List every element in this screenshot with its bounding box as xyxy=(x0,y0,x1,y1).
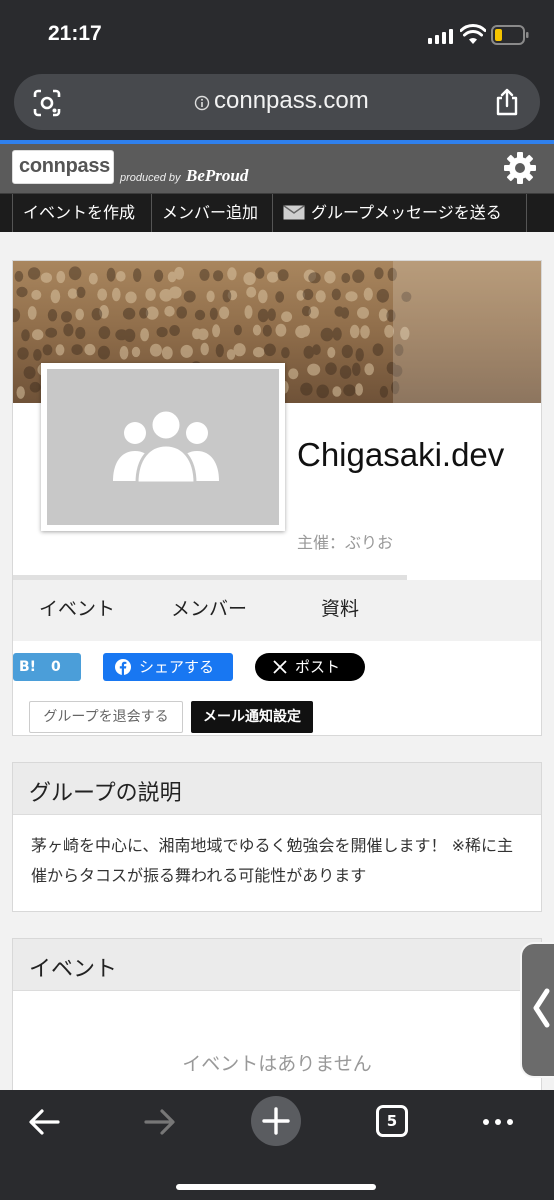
description-heading: グループの説明 xyxy=(13,763,541,815)
connpass-logo[interactable]: connpass xyxy=(12,150,114,184)
produced-by-label: produced by xyxy=(120,172,181,184)
no-events-message: イベントはありません xyxy=(182,1053,372,1075)
menu-overflow[interactable] xyxy=(526,194,547,232)
group-tabs: イベント メンバー 資料 xyxy=(13,575,541,641)
address-bar[interactable]: connpass.com xyxy=(14,74,540,130)
status-time: 21:17 xyxy=(48,22,102,45)
facebook-icon xyxy=(115,659,131,675)
admin-menu: イベントを作成 メンバー追加 グループメッセージを送る xyxy=(0,194,554,232)
side-panel-handle[interactable] xyxy=(520,942,554,1078)
tab-indicator xyxy=(407,575,541,580)
facebook-share-button[interactable]: シェアする xyxy=(103,653,233,681)
wifi-icon xyxy=(460,24,486,44)
mail-icon xyxy=(283,205,305,220)
beproud-logo: BeProud xyxy=(186,166,249,185)
status-bar: 21:17 xyxy=(0,0,554,72)
description-text: 茅ヶ崎を中心に、湘南地域でゆるく勉強会を開催します！ ※稀に主催からタコスが振る… xyxy=(31,836,514,885)
share-icon[interactable] xyxy=(494,87,520,117)
group-message-link[interactable]: グループメッセージを送る xyxy=(272,194,512,232)
tab-members[interactable]: メンバー xyxy=(171,594,247,621)
group-card: Chigasaki.dev 主催：ぶりお イベント メンバー 資料 B! 0 シ… xyxy=(12,260,542,736)
more-menu-icon[interactable] xyxy=(480,1104,516,1140)
add-member-label: メンバー追加 xyxy=(162,203,259,222)
plus-icon xyxy=(262,1107,290,1135)
browser-address-area: connpass.com xyxy=(0,72,554,144)
battery-icon xyxy=(491,25,529,45)
tab-materials[interactable]: 資料 xyxy=(321,594,359,621)
gear-icon[interactable] xyxy=(502,150,538,186)
lens-icon[interactable] xyxy=(32,88,62,118)
email-notification-button[interactable]: メール通知設定 xyxy=(191,701,313,733)
group-message-label: グループメッセージを送る xyxy=(311,203,502,222)
leave-group-button[interactable]: グループを退会する xyxy=(29,701,183,733)
forward-arrow-icon[interactable] xyxy=(142,1104,178,1140)
chevron-left-icon xyxy=(533,988,550,1028)
avatar-placeholder xyxy=(47,369,279,525)
group-avatar xyxy=(41,363,285,531)
add-member-link[interactable]: メンバー追加 xyxy=(151,194,268,232)
x-post-label: ポスト xyxy=(295,658,341,676)
url-text[interactable]: connpass.com xyxy=(214,87,369,115)
site-header: connpass produced by BeProud xyxy=(0,144,554,194)
back-arrow-icon[interactable] xyxy=(26,1104,62,1140)
x-logo-icon xyxy=(273,660,287,674)
hatena-count: 0 xyxy=(50,659,61,675)
home-indicator xyxy=(176,1184,376,1190)
group-name: Chigasaki.dev xyxy=(297,436,505,473)
description-card: グループの説明 茅ヶ崎を中心に、湘南地域でゆるく勉強会を開催します！ ※稀に主催… xyxy=(12,762,542,912)
hatena-label: B! xyxy=(19,659,37,675)
tab-events[interactable]: イベント xyxy=(39,594,115,621)
browser-toolbar: 5 xyxy=(0,1090,554,1200)
tab-switcher-button[interactable]: 5 xyxy=(376,1105,408,1137)
page-content: Chigasaki.dev 主催：ぶりお イベント メンバー 資料 B! 0 シ… xyxy=(0,232,554,1090)
create-event-label: イベントを作成 xyxy=(23,203,136,222)
events-card: イベント イベントはありません xyxy=(12,938,542,1090)
events-heading: イベント xyxy=(13,939,541,991)
x-post-button[interactable]: ポスト xyxy=(255,653,365,681)
new-tab-button[interactable] xyxy=(251,1096,301,1146)
hatena-bookmark-button[interactable]: B! 0 xyxy=(13,653,81,681)
people-group-icon xyxy=(113,408,219,483)
create-event-link[interactable]: イベントを作成 xyxy=(12,194,145,232)
facebook-share-label: シェアする xyxy=(139,658,215,676)
organizer-label[interactable]: 主催：ぶりお xyxy=(297,529,393,553)
logo-text: connpass xyxy=(19,155,110,177)
cellular-signal-icon xyxy=(428,28,453,44)
info-icon[interactable] xyxy=(194,95,210,111)
